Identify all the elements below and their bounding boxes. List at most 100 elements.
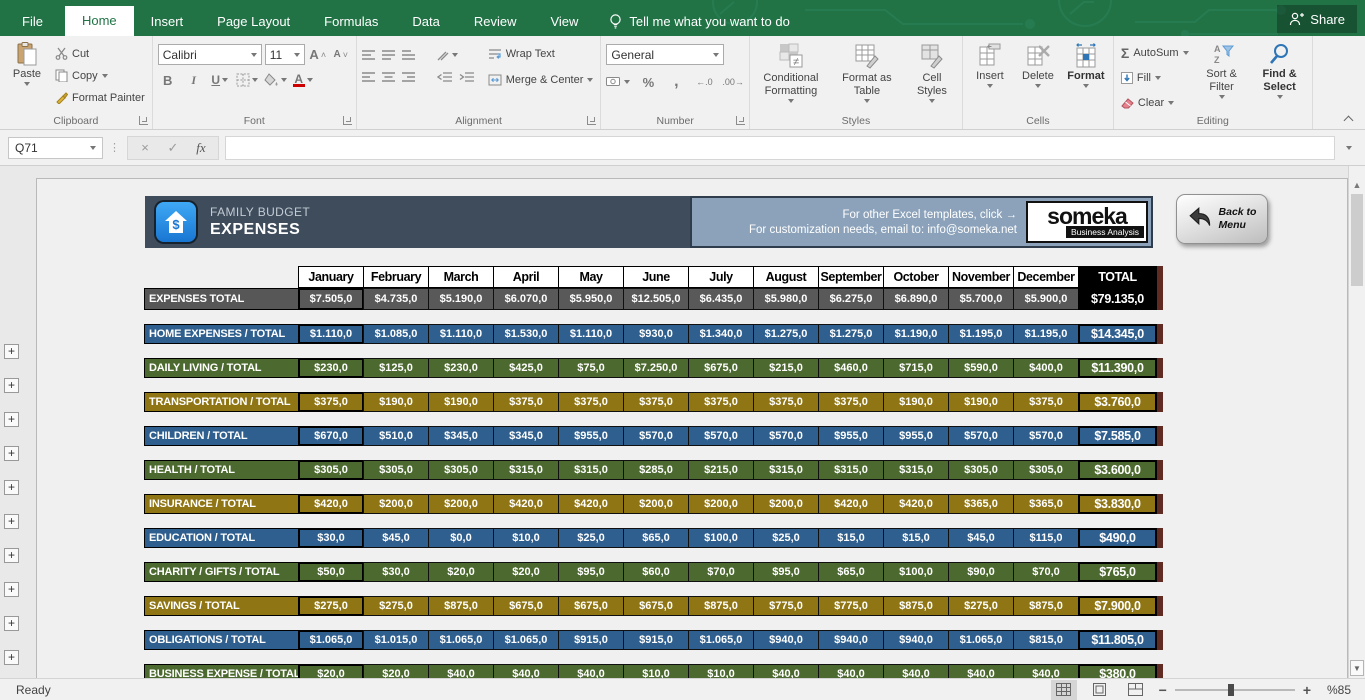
value-cell[interactable]: $715,0 (883, 358, 949, 378)
value-cell[interactable]: $95,0 (558, 562, 624, 582)
value-cell[interactable]: $675,0 (558, 596, 624, 616)
value-cell[interactable]: $815,0 (1013, 630, 1079, 650)
expenses-total-cell[interactable]: $12.505,0 (623, 288, 689, 310)
value-cell[interactable]: $570,0 (1013, 426, 1079, 446)
value-cell[interactable]: $420,0 (818, 494, 884, 514)
copy-button[interactable]: Copy (53, 65, 147, 86)
value-cell[interactable]: $200,0 (623, 494, 689, 514)
value-cell[interactable]: $75,0 (558, 358, 624, 378)
row-total-cell[interactable]: $380,0 (1078, 664, 1157, 678)
value-cell[interactable]: $50,0 (298, 562, 364, 582)
shrink-font-button[interactable]: A˅ (331, 45, 351, 65)
value-cell[interactable]: $125,0 (363, 358, 429, 378)
expenses-total-cell[interactable]: $6.275,0 (818, 288, 884, 310)
value-cell[interactable]: $1.110,0 (558, 324, 624, 344)
value-cell[interactable]: $315,0 (883, 460, 949, 480)
collapse-ribbon-button[interactable] (1342, 112, 1356, 124)
value-cell[interactable]: $570,0 (753, 426, 819, 446)
value-cell[interactable]: $375,0 (623, 392, 689, 412)
value-cell[interactable]: $200,0 (363, 494, 429, 514)
value-cell[interactable]: $590,0 (948, 358, 1014, 378)
vertical-scrollbar-thumb[interactable] (1351, 194, 1363, 286)
value-cell[interactable]: $40,0 (558, 664, 624, 678)
number-format-combo[interactable]: General (606, 44, 724, 65)
value-cell[interactable]: $375,0 (1013, 392, 1079, 412)
value-cell[interactable]: $1.340,0 (688, 324, 754, 344)
value-cell[interactable]: $1.195,0 (1013, 324, 1079, 344)
page-layout-view-button[interactable] (1087, 680, 1113, 700)
category-label[interactable]: HEALTH / TOTAL (144, 460, 299, 480)
total-header[interactable]: TOTAL (1078, 266, 1157, 288)
outline-expand-button[interactable]: + (4, 548, 19, 563)
value-cell[interactable]: $915,0 (623, 630, 689, 650)
paste-button[interactable]: Paste (5, 39, 49, 113)
value-cell[interactable]: $420,0 (298, 494, 364, 514)
grow-font-button[interactable]: A˄ (308, 45, 328, 65)
value-cell[interactable]: $775,0 (818, 596, 884, 616)
value-cell[interactable]: $365,0 (1013, 494, 1079, 514)
category-label[interactable]: EDUCATION / TOTAL (144, 528, 299, 548)
tab-data[interactable]: Data (395, 7, 456, 36)
align-middle-icon[interactable] (382, 50, 395, 61)
formula-bar-expand-button[interactable] (1341, 146, 1357, 150)
expenses-total-cell[interactable]: $5.190,0 (428, 288, 494, 310)
value-cell[interactable]: $570,0 (623, 426, 689, 446)
category-label[interactable]: SAVINGS / TOTAL (144, 596, 299, 616)
font-size-combo[interactable]: 11 (265, 44, 305, 65)
value-cell[interactable]: $375,0 (493, 392, 559, 412)
decrease-decimal-button[interactable]: .00→ (722, 72, 744, 92)
category-label[interactable]: OBLIGATIONS / TOTAL (144, 630, 299, 650)
tab-file[interactable]: File (0, 7, 65, 36)
merge-center-button[interactable]: Merge & Center (486, 69, 596, 90)
value-cell[interactable]: $40,0 (1013, 664, 1079, 678)
value-cell[interactable]: $10,0 (623, 664, 689, 678)
month-header-february[interactable]: February (363, 266, 429, 288)
value-cell[interactable]: $15,0 (883, 528, 949, 548)
value-cell[interactable]: $365,0 (948, 494, 1014, 514)
value-cell[interactable]: $955,0 (818, 426, 884, 446)
formula-input[interactable] (225, 136, 1335, 160)
font-color-button[interactable]: A (293, 70, 313, 90)
value-cell[interactable]: $230,0 (298, 358, 364, 378)
expenses-total-cell[interactable]: $5.950,0 (558, 288, 624, 310)
value-cell[interactable]: $570,0 (688, 426, 754, 446)
value-cell[interactable]: $20,0 (363, 664, 429, 678)
value-cell[interactable]: $305,0 (363, 460, 429, 480)
value-cell[interactable]: $40,0 (428, 664, 494, 678)
outline-expand-button[interactable]: + (4, 616, 19, 631)
value-cell[interactable]: $1.085,0 (363, 324, 429, 344)
expenses-total-label[interactable]: EXPENSES TOTAL (144, 288, 299, 310)
zoom-level-label[interactable]: %85 (1321, 683, 1351, 697)
row-total-cell[interactable]: $7.585,0 (1078, 426, 1157, 446)
row-total-cell[interactable]: $11.805,0 (1078, 630, 1157, 650)
value-cell[interactable]: $1.015,0 (363, 630, 429, 650)
value-cell[interactable]: $60,0 (623, 562, 689, 582)
value-cell[interactable]: $940,0 (753, 630, 819, 650)
month-header-september[interactable]: September (818, 266, 884, 288)
value-cell[interactable]: $40,0 (753, 664, 819, 678)
value-cell[interactable]: $570,0 (948, 426, 1014, 446)
expenses-total-cell[interactable]: $6.890,0 (883, 288, 949, 310)
format-as-table-button[interactable]: Format as Table (831, 39, 903, 113)
value-cell[interactable]: $420,0 (558, 494, 624, 514)
value-cell[interactable]: $955,0 (558, 426, 624, 446)
outline-expand-button[interactable]: + (4, 582, 19, 597)
value-cell[interactable]: $10,0 (688, 664, 754, 678)
tab-page-layout[interactable]: Page Layout (200, 7, 307, 36)
value-cell[interactable]: $930,0 (623, 324, 689, 344)
zoom-slider-thumb[interactable] (1228, 684, 1234, 696)
month-header-august[interactable]: August (753, 266, 819, 288)
value-cell[interactable]: $775,0 (753, 596, 819, 616)
value-cell[interactable]: $15,0 (818, 528, 884, 548)
vertical-scrollbar[interactable]: ▲ ▼ (1348, 166, 1365, 678)
row-total-cell[interactable]: $7.900,0 (1078, 596, 1157, 616)
value-cell[interactable]: $315,0 (818, 460, 884, 480)
value-cell[interactable]: $20,0 (298, 664, 364, 678)
expenses-total-cell[interactable]: $6.435,0 (688, 288, 754, 310)
month-header-may[interactable]: May (558, 266, 624, 288)
value-cell[interactable]: $200,0 (688, 494, 754, 514)
value-cell[interactable]: $460,0 (818, 358, 884, 378)
expenses-total-total-cell[interactable]: $79.135,0 (1078, 288, 1157, 310)
value-cell[interactable]: $675,0 (688, 358, 754, 378)
value-cell[interactable]: $100,0 (688, 528, 754, 548)
